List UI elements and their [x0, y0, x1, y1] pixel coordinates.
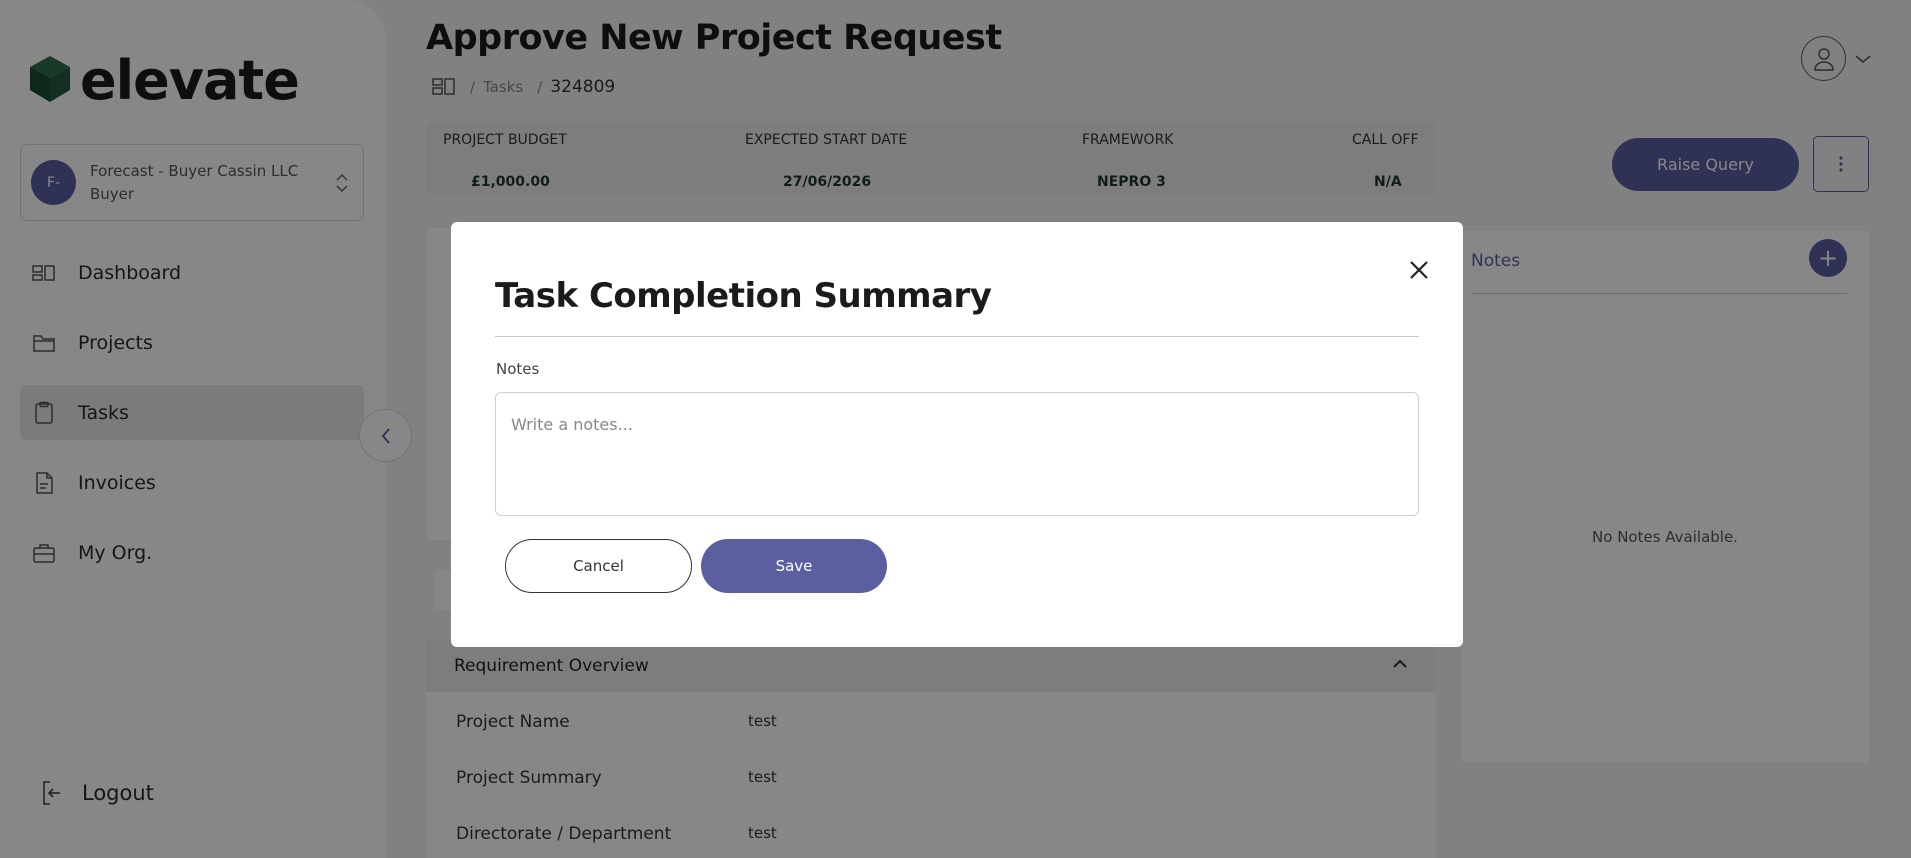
- close-icon[interactable]: [1406, 257, 1432, 283]
- divider: [495, 336, 1419, 337]
- cancel-button[interactable]: Cancel: [505, 539, 692, 593]
- notes-field-label: Notes: [496, 360, 540, 378]
- task-completion-modal: Task Completion Summary Notes Cancel Sav…: [451, 222, 1463, 647]
- notes-textarea[interactable]: [495, 392, 1419, 516]
- save-button[interactable]: Save: [701, 539, 887, 593]
- modal-title: Task Completion Summary: [495, 276, 992, 316]
